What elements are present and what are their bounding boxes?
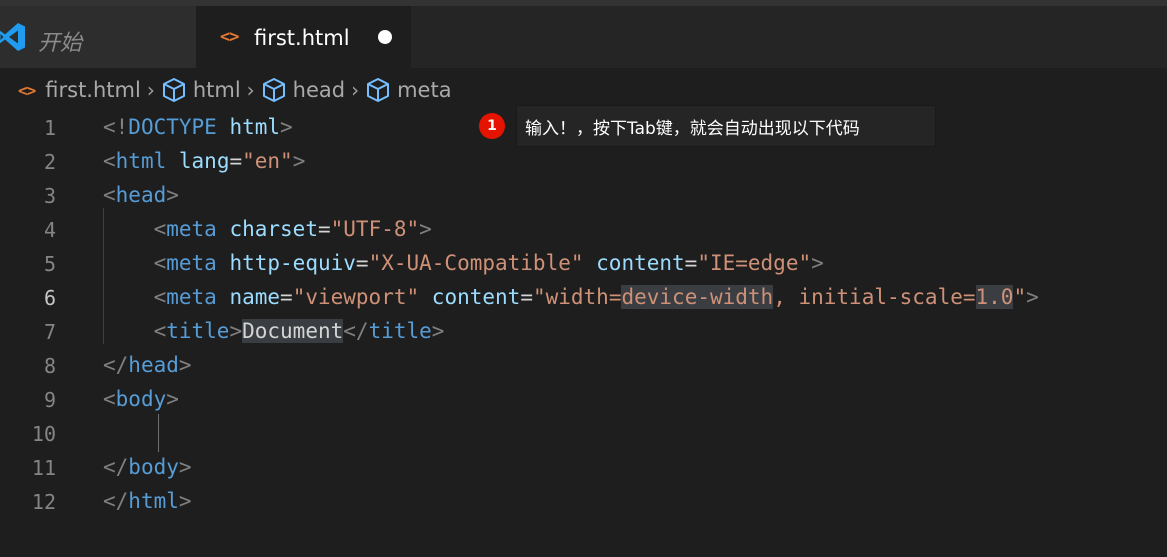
code-brackets-icon: <> <box>18 80 36 100</box>
code-text: </html> <box>103 489 192 513</box>
line-number: 9 <box>43 388 56 412</box>
code-editor[interactable]: 1 <!DOCTYPE html> 2 <html lang="en"> 3 <… <box>0 112 1167 557</box>
code-line[interactable]: 12 </html> <box>0 486 1167 520</box>
code-brackets-icon: <> <box>220 27 240 47</box>
line-number: 2 <box>43 150 56 174</box>
annotation-tooltip: 输入！，按下Tab键，就会自动出现以下代码 <box>516 105 936 147</box>
line-number: 3 <box>43 184 56 208</box>
breadcrumb-item-label: head <box>292 78 346 102</box>
breadcrumb-item-head[interactable]: head <box>261 77 345 103</box>
line-number: 4 <box>43 218 56 242</box>
cube-icon <box>162 78 185 102</box>
cube-icon <box>262 78 285 102</box>
line-number: 1 <box>43 116 56 140</box>
tab-first-html[interactable]: <> first.html <box>196 6 411 68</box>
code-text: <body> <box>103 387 179 411</box>
chevron-right-icon: › <box>146 78 155 102</box>
code-text: <html lang="en"> <box>103 149 306 173</box>
code-line[interactable]: 8 </head> <box>0 350 1167 384</box>
breadcrumb-item-html[interactable]: html <box>161 77 241 103</box>
code-line[interactable]: 7 <title>Document</title> <box>0 316 1167 350</box>
unsaved-dot-icon[interactable] <box>378 30 392 44</box>
tab-start-label: 开始 <box>38 31 83 56</box>
line-number: 7 <box>43 320 56 344</box>
vscode-logo-icon <box>0 23 25 51</box>
code-line[interactable]: 9 <body> <box>0 384 1167 418</box>
code-text: <meta charset="UTF-8"> <box>153 217 432 241</box>
tab-start[interactable]: 开始 <box>0 6 196 68</box>
line-number: 5 <box>43 252 56 276</box>
line-number: 8 <box>43 354 56 378</box>
breadcrumb-file-label: first.html <box>45 78 141 102</box>
code-line[interactable]: 11 </body> <box>0 452 1167 486</box>
code-line[interactable]: 10 <box>0 418 1167 452</box>
code-text: </head> <box>103 353 192 377</box>
code-text: <meta name="viewport" content="width=dev… <box>153 285 1039 309</box>
breadcrumb-item-label: html <box>192 78 241 102</box>
cube-icon <box>367 78 390 102</box>
chevron-right-icon: › <box>351 78 360 102</box>
line-number: 6 <box>43 286 56 310</box>
code-line[interactable]: 4 <meta charset="UTF-8"> <box>0 214 1167 248</box>
tooltip-text: 输入！，按下Tab键，就会自动出现以下代码 <box>525 118 860 139</box>
code-line-active[interactable]: 6 <meta name="viewport" content="width=d… <box>0 282 1167 316</box>
line-number: 10 <box>31 422 56 446</box>
code-line[interactable]: 2 <html lang="en"> <box>0 146 1167 180</box>
tab-bar: 开始 <> first.html <box>0 6 1167 68</box>
code-text: <!DOCTYPE html> <box>103 115 293 139</box>
breadcrumb-item-meta[interactable]: meta <box>365 77 452 103</box>
breadcrumb-item-label: meta <box>397 78 452 102</box>
code-line[interactable]: 3 <head> <box>0 180 1167 214</box>
code-text: <title>Document</title> <box>153 319 445 343</box>
breadcrumb-file[interactable]: <> first.html <box>18 78 141 102</box>
code-line[interactable]: 5 <meta http-equiv="X-UA-Compatible" con… <box>0 248 1167 282</box>
code-text: <head> <box>103 183 179 207</box>
code-text: </body> <box>103 455 192 479</box>
code-text: <meta http-equiv="X-UA-Compatible" conte… <box>153 251 824 275</box>
step-badge: 1 <box>479 113 505 139</box>
chevron-right-icon: › <box>246 78 255 102</box>
line-number: 12 <box>31 490 56 514</box>
tab-label: first.html <box>254 26 350 50</box>
line-number: 11 <box>31 456 56 480</box>
